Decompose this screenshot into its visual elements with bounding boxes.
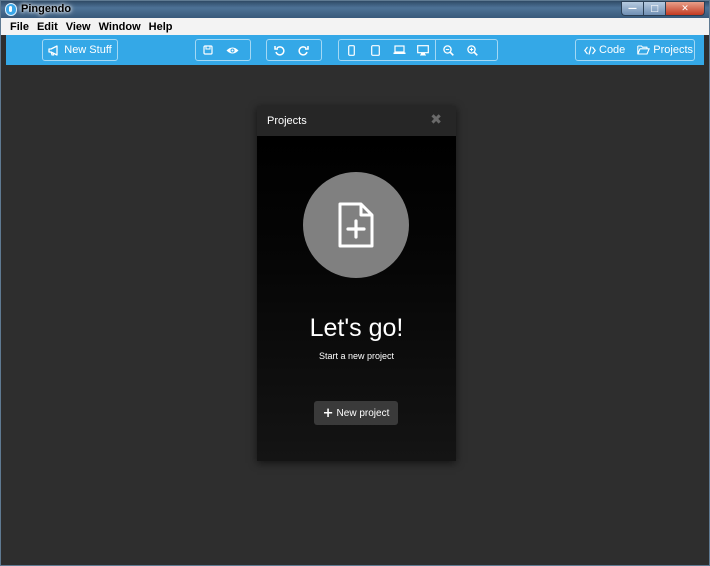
zoom-out-button[interactable] xyxy=(436,40,460,60)
menu-edit[interactable]: Edit xyxy=(37,21,58,33)
redo-icon xyxy=(297,45,309,56)
laptop-view-button[interactable] xyxy=(387,40,411,60)
projects-button[interactable]: Projects xyxy=(631,40,699,60)
menu-window[interactable]: Window xyxy=(99,21,141,33)
modal-title: Projects xyxy=(267,115,307,127)
new-file-illustration xyxy=(303,172,409,278)
maximize-button[interactable]: □ xyxy=(643,1,665,16)
projects-modal: Projects ✖ Let's go! Start a new project… xyxy=(257,106,456,461)
phone-icon xyxy=(347,44,355,56)
code-icon xyxy=(584,45,596,55)
zoom-out-icon xyxy=(442,44,454,56)
start-project-subtitle: Start a new project xyxy=(318,351,395,361)
preview-button[interactable] xyxy=(220,40,244,60)
tablet-view-button[interactable] xyxy=(363,40,387,60)
tablet-icon xyxy=(370,44,380,56)
menu-help[interactable]: Help xyxy=(149,21,173,33)
panel-toggle-group: Code Projects xyxy=(575,39,695,61)
app-window: Pingendo — □ ✕ File Edit View Window Hel… xyxy=(0,0,710,566)
modal-close-icon[interactable]: ✖ xyxy=(430,112,442,128)
plus-icon: + xyxy=(322,405,334,421)
mobile-view-button[interactable] xyxy=(339,40,363,60)
desktop-view-button[interactable] xyxy=(411,40,435,60)
new-stuff-label: New Stuff xyxy=(64,44,112,56)
window-title: Pingendo xyxy=(21,3,72,15)
new-project-button[interactable]: + New project xyxy=(314,401,398,425)
save-button[interactable] xyxy=(196,40,220,60)
close-window-button[interactable]: ✕ xyxy=(665,1,705,16)
title-bar[interactable]: Pingendo — □ ✕ xyxy=(1,1,709,18)
new-file-icon xyxy=(336,201,376,249)
zoom-in-icon xyxy=(466,44,478,56)
menu-bar: File Edit View Window Help xyxy=(1,18,709,35)
desktop-icon xyxy=(417,44,429,56)
modal-header: Projects ✖ xyxy=(257,106,456,136)
folder-open-icon xyxy=(637,45,651,55)
lets-go-heading: Let's go! xyxy=(309,314,404,342)
menu-file[interactable]: File xyxy=(10,21,29,33)
undo-button[interactable] xyxy=(267,40,291,60)
redo-button[interactable] xyxy=(291,40,315,60)
new-project-label: New project xyxy=(336,407,390,419)
modal-body: Let's go! Start a new project + New proj… xyxy=(257,136,456,461)
minimize-button[interactable]: — xyxy=(621,1,643,16)
code-button[interactable]: Code xyxy=(576,40,631,60)
projects-label: Projects xyxy=(653,44,694,56)
new-stuff-button[interactable]: New Stuff xyxy=(42,39,118,61)
megaphone-icon xyxy=(48,44,60,56)
eye-icon xyxy=(226,46,239,55)
history-group xyxy=(266,39,322,61)
pingendo-logo-icon xyxy=(5,3,17,16)
code-label: Code xyxy=(599,44,626,56)
zoom-in-button[interactable] xyxy=(460,40,484,60)
file-actions-group xyxy=(195,39,251,61)
laptop-icon xyxy=(393,45,406,55)
toolbar: New Stuff Code Projects xyxy=(6,35,704,65)
menu-view[interactable]: View xyxy=(66,21,91,33)
viewport-group xyxy=(338,39,498,61)
window-controls: — □ ✕ xyxy=(621,1,705,16)
undo-icon xyxy=(273,45,285,56)
save-icon xyxy=(203,45,213,55)
